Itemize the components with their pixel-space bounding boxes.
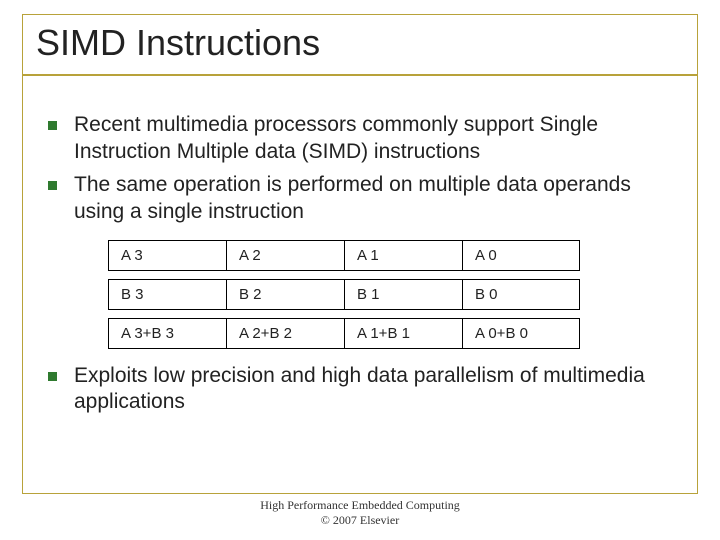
table-cell: A 0 <box>462 240 580 271</box>
bullet-icon <box>48 121 57 130</box>
table-cell: A 1+B 1 <box>344 318 462 349</box>
table-row: B 3 B 2 B 1 B 0 <box>108 279 680 310</box>
footer-line: High Performance Embedded Computing <box>0 498 720 513</box>
footer-line: © 2007 Elsevier <box>0 513 720 528</box>
table-cell: B 3 <box>108 279 226 310</box>
title-wrap: SIMD Instructions <box>30 18 330 72</box>
table-cell: A 0+B 0 <box>462 318 580 349</box>
list-item: Recent multimedia processors commonly su… <box>48 112 680 166</box>
list-item-text: The same operation is performed on multi… <box>74 173 631 223</box>
slide-footer: High Performance Embedded Computing © 20… <box>0 498 720 528</box>
table-row: A 3 A 2 A 1 A 0 <box>108 240 680 271</box>
list-item: The same operation is performed on multi… <box>48 172 680 226</box>
slide-title: SIMD Instructions <box>36 22 320 64</box>
table-cell: B 2 <box>226 279 344 310</box>
slide-content: Recent multimedia processors commonly su… <box>48 112 680 422</box>
bullet-icon <box>48 181 57 190</box>
table-cell: B 1 <box>344 279 462 310</box>
list-item: Exploits low precision and high data par… <box>48 363 680 417</box>
title-underline <box>22 74 698 76</box>
list-item-text: Exploits low precision and high data par… <box>74 364 645 414</box>
list-item-text: Recent multimedia processors commonly su… <box>74 113 598 163</box>
table-row: A 3+B 3 A 2+B 2 A 1+B 1 A 0+B 0 <box>108 318 680 349</box>
table-cell: A 2 <box>226 240 344 271</box>
table-cell: A 1 <box>344 240 462 271</box>
table-cell: A 3 <box>108 240 226 271</box>
bullet-icon <box>48 372 57 381</box>
table-cell: A 3+B 3 <box>108 318 226 349</box>
table-cell: A 2+B 2 <box>226 318 344 349</box>
table-cell: B 0 <box>462 279 580 310</box>
bullet-list-top: Recent multimedia processors commonly su… <box>48 112 680 226</box>
simd-table: A 3 A 2 A 1 A 0 B 3 B 2 B 1 B 0 A 3+B 3 … <box>108 240 680 349</box>
bullet-list-bottom: Exploits low precision and high data par… <box>48 363 680 417</box>
